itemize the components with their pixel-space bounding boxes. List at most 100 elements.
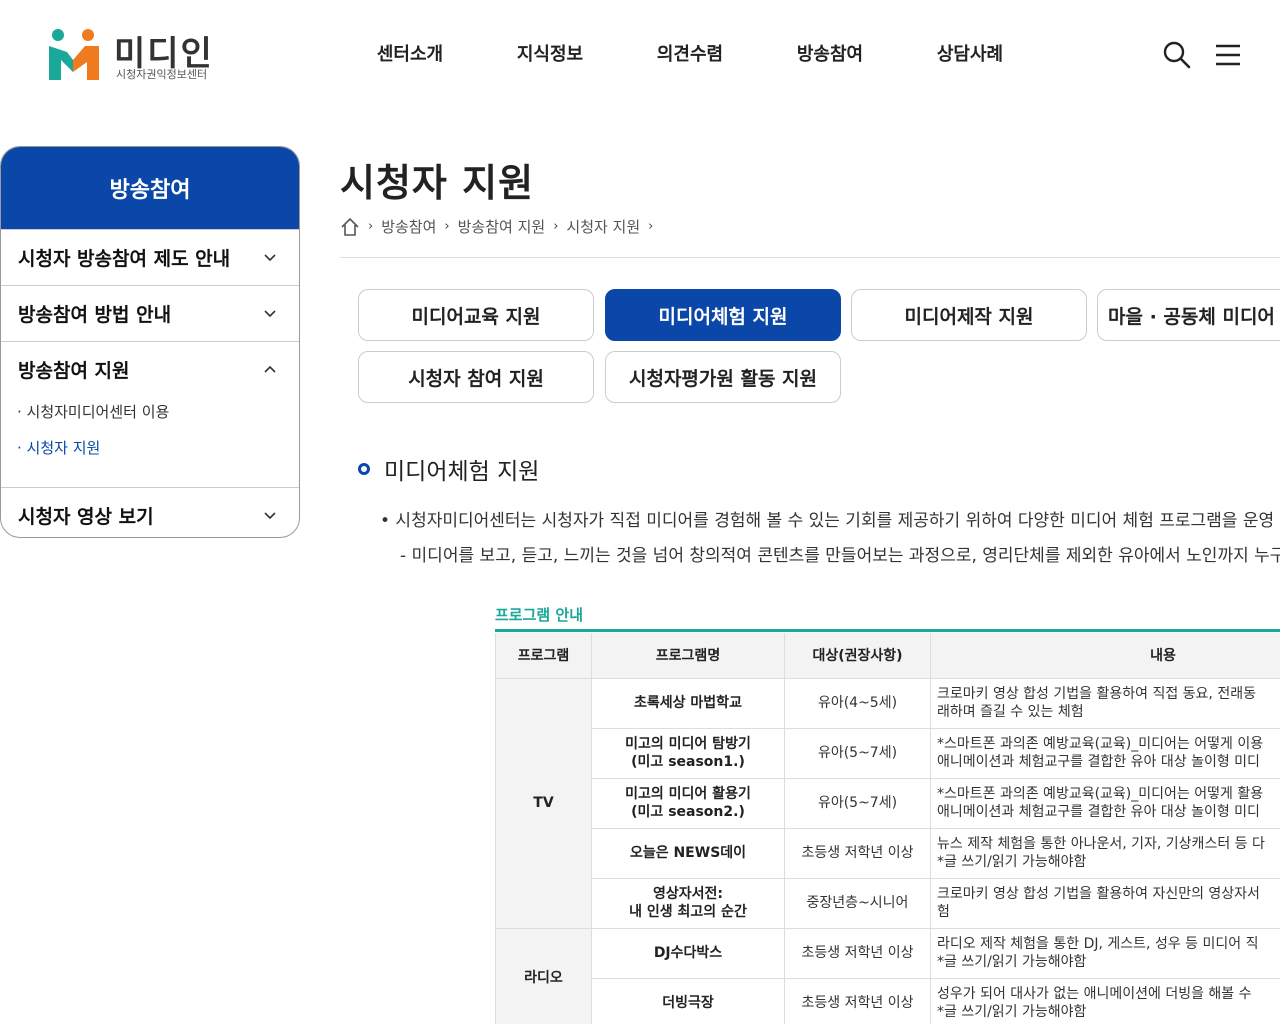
- site-logo[interactable]: 미디인 시청자권익정보센터: [46, 26, 226, 86]
- side-nav-item-support[interactable]: 방송참여 지원 · 시청자미디어센터 이용 · 시청자 지원: [1, 341, 299, 487]
- category-cell: 라디오: [495, 927, 592, 1024]
- search-icon[interactable]: [1162, 40, 1192, 70]
- content-line: 애니메이션과 체험교구를 결합한 유아 대상 놀이형 미디: [937, 754, 1260, 770]
- content-line: 성우가 되어 대사가 없는 애니메이션에 더빙을 해볼 수: [937, 985, 1252, 1002]
- logo-subtitle: 시청자권익정보센터: [116, 68, 208, 81]
- breadcrumb-item[interactable]: 방송참여 지원: [458, 216, 546, 237]
- site-header: 미디인 시청자권익정보센터 센터소개 지식정보 의견수렴 방송참여 상담사례: [0, 0, 1280, 110]
- chevron-up-icon: [264, 365, 276, 373]
- gnb-broadcast-participation[interactable]: 방송참여: [760, 40, 900, 66]
- breadcrumb: › 방송참여 › 방송참여 지원 › 시청자 지원 ›: [340, 216, 661, 237]
- table-row: 오늘은 NEWS데이 초등생 저학년 이상 뉴스 제작 체험을 통한 아나운서,…: [496, 827, 1280, 879]
- program-name-line: 영상자서전:: [653, 885, 723, 902]
- side-nav-title: 방송참여: [1, 147, 299, 229]
- home-icon[interactable]: [340, 217, 360, 237]
- content-line: *글 쓰기/읽기 가능해야함: [937, 954, 1087, 970]
- program-table: 프로그램 프로그램명 대상(권장사항) 내용 TV 초록세상 마법학교 유아(4…: [495, 633, 1280, 1024]
- side-nav-item-label: 시청자 영상 보기: [18, 506, 154, 528]
- content-cell: 라디오 제작 체험을 통한 DJ, 게스트, 성우 등 미디어 직 *글 쓰기/읽…: [930, 927, 1280, 979]
- gnb-opinion[interactable]: 의견수렴: [620, 40, 760, 66]
- program-name-line: (미고 season2.): [631, 804, 745, 820]
- category-cell: TV: [495, 677, 592, 929]
- section-description-detail: - 미디어를 보고, 듣고, 느끼는 것을 넘어 창의적여 콘텐츠를 만들어보는…: [400, 546, 1280, 566]
- target-cell: 초등생 저학년 이상: [784, 827, 931, 879]
- content-cell: *스마트폰 과의존 예방교육(교육)_미디어는 어떻게 이용애니메이션과 체험교…: [930, 727, 1280, 779]
- content-line: 애니메이션과 체험교구를 결합한 유아 대상 놀이형 미디: [937, 804, 1260, 820]
- side-nav-item-system[interactable]: 시청자 방송참여 제도 안내: [1, 229, 299, 285]
- breadcrumb-chevron-icon: ›: [368, 219, 374, 234]
- content-line: *글 쓰기/읽기 가능해야함: [937, 854, 1087, 870]
- side-nav-sub-media-center[interactable]: · 시청자미디어센터 이용: [17, 397, 299, 433]
- chevron-down-icon: [264, 254, 276, 262]
- content-cell: 성우가 되어 대사가 없는 애니메이션에 더빙을 해볼 수 *글 쓰기/읽기 가능…: [930, 977, 1280, 1024]
- content-line: 크로마키 영상 합성 기법을 활용하여 자신만의 영상자서: [937, 885, 1260, 902]
- program-name-line: 내 인생 최고의 순간: [629, 904, 747, 920]
- program-name-cell: 미고의 미디어 탐방기 (미고 season1.): [591, 727, 785, 779]
- content-line: 뉴스 제작 체험을 통한 아나운서, 기자, 기상캐스터 등 다: [937, 835, 1265, 852]
- program-name-line: 미고의 미디어 활용기: [625, 785, 751, 802]
- table-row: 미고의 미디어 탐방기 (미고 season1.) 유아(5~7세) *스마트폰 …: [496, 727, 1280, 779]
- target-cell: 유아(5~7세): [784, 777, 931, 829]
- program-name-cell: 미고의 미디어 활용기 (미고 season2.): [591, 777, 785, 829]
- target-cell: 중장년층~시니어: [784, 877, 931, 929]
- side-nav-sub-viewer-support[interactable]: · 시청자 지원: [17, 433, 299, 469]
- breadcrumb-chevron-icon: ›: [553, 219, 559, 234]
- breadcrumb-item[interactable]: 시청자 지원: [566, 216, 640, 237]
- logo-mark-icon: [49, 29, 99, 80]
- gnb-center-intro[interactable]: 센터소개: [340, 40, 480, 66]
- program-name-cell: 더빙극장: [591, 977, 785, 1024]
- content-cell: 크로마키 영상 합성 기법을 활용하여 자신만의 영상자서험: [930, 877, 1280, 929]
- content-line: *글 쓰기/읽기 가능해야함: [937, 1004, 1087, 1020]
- tab-media-experience[interactable]: 미디어체험 지원: [605, 289, 841, 341]
- content-cell: *스마트폰 과의존 예방교육(교육)_미디어는 어떻게 활용애니메이션과 체험교…: [930, 777, 1280, 829]
- global-nav: 센터소개 지식정보 의견수렴 방송참여 상담사례: [340, 40, 1040, 66]
- content-line: 라디오 제작 체험을 통한 DJ, 게스트, 성우 등 미디어 직: [937, 935, 1259, 952]
- chevron-down-icon: [264, 512, 276, 520]
- page-title: 시청자 지원: [340, 161, 535, 205]
- program-name-cell: 영상자서전: 내 인생 최고의 순간: [591, 877, 785, 929]
- content-line: 래하며 즐길 수 있는 체험: [937, 704, 1084, 720]
- side-nav: 방송참여 시청자 방송참여 제도 안내 방송참여 방법 안내 방송참여 지원 ·…: [0, 146, 300, 538]
- gnb-knowledge[interactable]: 지식정보: [480, 40, 620, 66]
- tab-viewer-participation[interactable]: 시청자 참여 지원: [358, 351, 594, 403]
- hamburger-menu-icon[interactable]: [1214, 42, 1242, 68]
- gnb-consultation-cases[interactable]: 상담사례: [900, 40, 1040, 66]
- section-title: 미디어체험 지원: [358, 452, 539, 486]
- breadcrumb-chevron-icon: ›: [444, 219, 450, 234]
- table-row: 라디오 DJ수다박스 초등생 저학년 이상 라디오 제작 체험을 통한 DJ, …: [495, 927, 1280, 1024]
- content-cell: 뉴스 제작 체험을 통한 아나운서, 기자, 기상캐스터 등 다 *글 쓰기/읽기…: [930, 827, 1280, 879]
- table-header: 프로그램명: [591, 633, 785, 679]
- breadcrumb-item[interactable]: 방송참여: [381, 216, 436, 237]
- table-header: 내용: [930, 633, 1280, 679]
- content-line: *스마트폰 과의존 예방교육(교육)_미디어는 어떻게 활용: [937, 785, 1264, 802]
- tab-viewer-evaluator[interactable]: 시청자평가원 활동 지원: [605, 351, 841, 403]
- program-table-wrapper: 프로그램 프로그램명 대상(권장사항) 내용 TV 초록세상 마법학교 유아(4…: [495, 633, 1280, 1024]
- table-row: 더빙극장 초등생 저학년 이상 성우가 되어 대사가 없는 애니메이션에 더빙을…: [496, 977, 1280, 1024]
- side-nav-item-video[interactable]: 시청자 영상 보기: [1, 487, 299, 537]
- section-description: • 시청자미디어센터는 시청자가 직접 미디어를 경험해 볼 수 있는 기회를 …: [380, 511, 1275, 531]
- chevron-down-icon: [264, 310, 276, 318]
- section-title-text: 미디어체험 지원: [384, 459, 540, 485]
- program-name-line: 미고의 미디어 탐방기: [625, 735, 751, 752]
- tab-media-production[interactable]: 미디어제작 지원: [851, 289, 1087, 341]
- side-nav-item-label: 방송참여 지원: [18, 360, 130, 382]
- content-line: 험: [937, 904, 950, 920]
- breadcrumb-chevron-icon: ›: [648, 219, 654, 234]
- program-name-cell: 초록세상 마법학교: [591, 677, 785, 729]
- program-name-line: (미고 season1.): [631, 754, 745, 770]
- sub-tabs: 미디어교육 지원 미디어체험 지원 미디어제작 지원 마을 · 공동체 미디어 …: [358, 289, 1280, 409]
- program-guide-label: 프로그램 안내: [495, 606, 584, 624]
- tab-community-media[interactable]: 마을 · 공동체 미디어: [1097, 289, 1280, 341]
- circle-bullet-icon: [358, 463, 370, 475]
- target-cell: 유아(4~5세): [784, 677, 931, 729]
- content-line: *스마트폰 과의존 예방교육(교육)_미디어는 어떻게 이용: [937, 735, 1264, 752]
- program-name-cell: 오늘은 NEWS데이: [591, 827, 785, 879]
- tab-media-education[interactable]: 미디어교육 지원: [358, 289, 594, 341]
- content-cell: 크로마키 영상 합성 기법을 활용하여 직접 동요, 전래동 래하며 즐길 수 있…: [930, 677, 1280, 729]
- table-row: 영상자서전: 내 인생 최고의 순간 중장년층~시니어 크로마키 영상 합성 기법…: [496, 877, 1280, 929]
- side-nav-item-label: 시청자 방송참여 제도 안내: [18, 248, 231, 270]
- side-nav-item-method[interactable]: 방송참여 방법 안내: [1, 285, 299, 341]
- table-header: 대상(권장사항): [784, 633, 931, 679]
- table-header: 프로그램: [495, 633, 592, 679]
- program-name-cell: DJ수다박스: [591, 927, 785, 979]
